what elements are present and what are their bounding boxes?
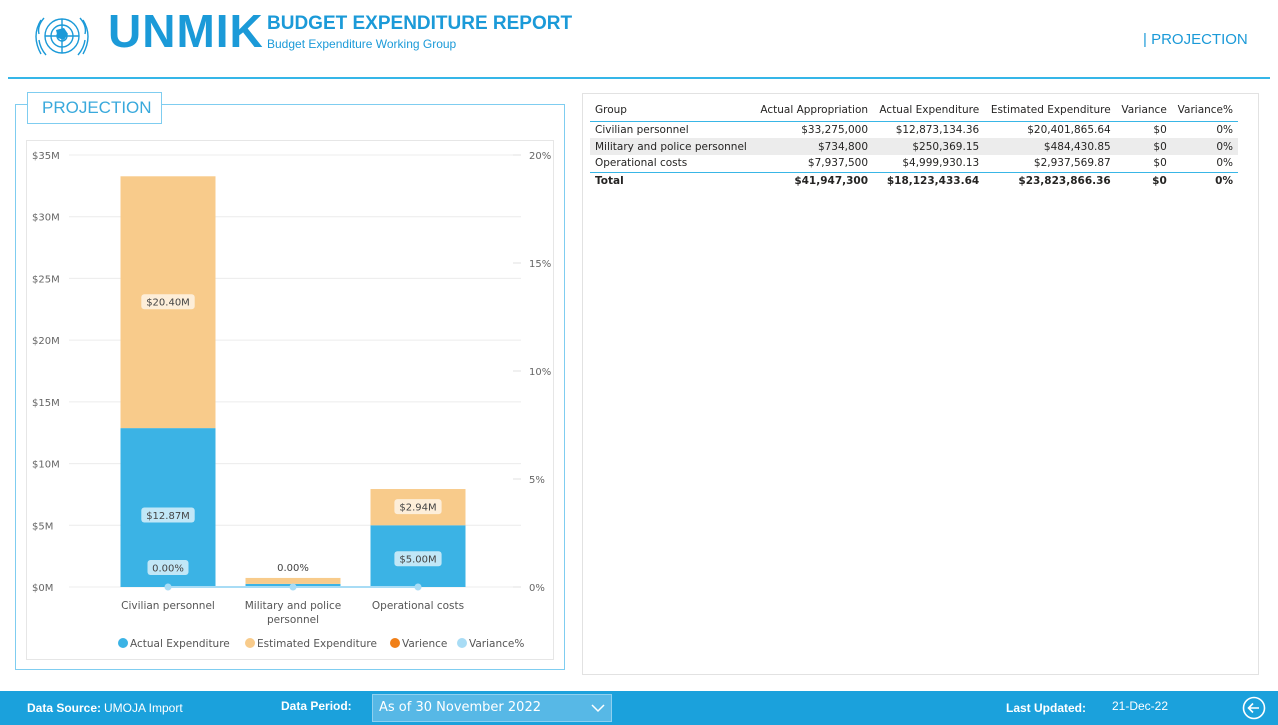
column-header[interactable]: Group	[590, 99, 754, 122]
data-source-label: Data Source:	[27, 701, 102, 715]
x-axis-category-label: Operational costs	[372, 600, 464, 612]
header-divider	[8, 77, 1270, 79]
data-label: $5.00M	[399, 555, 436, 566]
table-cell: $0	[1115, 138, 1172, 155]
table-cell: $484,430.85	[984, 138, 1116, 155]
table-total-row: Total $41,947,300 $18,123,433.64 $23,823,86…	[590, 171, 1238, 189]
table-total-cell: $23,823,866.36	[984, 171, 1116, 189]
data-label: 0.00%	[277, 563, 309, 574]
table-cell: $20,401,865.64	[1027, 123, 1111, 136]
table-total-cell: 0%	[1171, 171, 1238, 189]
table-total-cell: Total	[590, 171, 754, 189]
table-total-cell: $18,123,433.64	[873, 171, 985, 189]
table-row[interactable]: Civilian personnel $33,275,000 $12,873,134…	[590, 121, 1238, 138]
legend-label: Actual Expenditure	[130, 638, 230, 650]
table-header-row: Group Actual Appropriation Actual Expendit…	[590, 99, 1238, 122]
table-row[interactable]: Military and police personnel $734,800 $25…	[590, 138, 1238, 155]
variance-pct-point	[414, 583, 422, 591]
projection-chart-frame: $0M $5M $10M $15M $20M $25M $30M $35M 0% 5% 10% 15%…	[26, 140, 554, 660]
report-title: BUDGET EXPENDITURE REPORT	[267, 13, 573, 34]
legend-label: Estimated Expenditure	[257, 638, 377, 650]
legend-label: Varience	[402, 638, 447, 650]
data-label: $12.87M	[146, 511, 190, 522]
y2-axis-tick-label: 0%	[529, 583, 545, 594]
y2-axis-tick-label: 15%	[529, 259, 551, 270]
table-cell: $250,369.15	[873, 138, 985, 155]
column-header[interactable]: Variance	[1115, 99, 1172, 122]
expenditure-table: Group Actual Appropriation Actual Expendit…	[590, 99, 1238, 189]
last-updated-value: 21-Dec-22	[1112, 699, 1169, 713]
table-cell: $734,800	[753, 138, 874, 155]
variance-pct-point	[164, 583, 172, 591]
y2-axis-tick-label: 20%	[529, 151, 551, 162]
back-arrow-icon[interactable]	[1242, 696, 1266, 720]
y-axis-tick-label: $10M	[32, 460, 60, 471]
table-cell: $12,873,134.36	[895, 123, 980, 136]
y-axis-tick-label: $5M	[32, 521, 53, 532]
table-cell: $0	[1153, 123, 1167, 136]
footer-bar: Data Source: UMOJA Import Data Period: A…	[0, 691, 1278, 725]
table-row[interactable]: Operational costs $7,937,500 $4,999,930.13…	[590, 155, 1238, 172]
legend-label: Variance%	[469, 638, 524, 650]
y-axis-tick-label: $25M	[32, 274, 60, 285]
table-cell: $2,937,569.87	[1033, 157, 1111, 170]
y-axis-tick-label: $35M	[32, 151, 60, 162]
data-label: 0.00%	[152, 564, 184, 575]
legend-marker	[457, 638, 467, 648]
table-cell: 0%	[1171, 138, 1238, 155]
table-cell: $4,999,930.13	[902, 157, 980, 170]
table-cell: Operational costs	[595, 157, 688, 170]
x-axis-category-label: personnel	[267, 614, 319, 626]
table-cell: 0%	[1216, 123, 1233, 136]
y-axis-tick-label: $30M	[32, 213, 60, 224]
column-header[interactable]: Actual Expenditure	[873, 99, 985, 122]
data-label: $20.40M	[146, 298, 190, 309]
report-subtitle: Budget Expenditure Working Group	[267, 37, 457, 51]
page-tag[interactable]: | PROJECTION	[1143, 31, 1248, 48]
y2-axis-tick-label: 5%	[529, 475, 545, 486]
table-cell: Civilian personnel	[595, 123, 689, 136]
column-header[interactable]: Actual Appropriation	[753, 99, 874, 122]
table-cell: $7,937,500	[807, 157, 869, 170]
table-total-cell: $41,947,300	[753, 171, 874, 189]
report-header: UNMIK BUDGET EXPENDITURE REPORT Budget E…	[0, 0, 1278, 80]
y-axis-tick-label: $0M	[32, 583, 53, 594]
table-cell: Military and police personnel	[590, 138, 754, 155]
variance-pct-point	[289, 583, 297, 591]
y-axis-tick-label: $20M	[32, 336, 60, 347]
y-axis-tick-label: $15M	[32, 398, 60, 409]
table-cell: $33,275,000	[801, 123, 869, 136]
table-cell: 0%	[1216, 157, 1233, 170]
legend-marker	[245, 638, 255, 648]
chevron-down-icon	[591, 704, 605, 713]
y2-axis-tick-label: 10%	[529, 367, 551, 378]
table-cell: $0	[1153, 157, 1167, 170]
un-emblem-logo	[35, 17, 89, 56]
column-header[interactable]: Variance%	[1171, 99, 1238, 122]
data-period-value: As of 30 November 2022	[379, 700, 541, 715]
data-period-label: Data Period:	[281, 699, 352, 713]
data-period-select[interactable]: As of 30 November 2022	[372, 694, 612, 722]
data-source-value: UMOJA Import	[104, 701, 183, 715]
data-label: $2.94M	[399, 503, 436, 514]
legend-marker	[390, 638, 400, 648]
section-title: PROJECTION	[27, 92, 162, 124]
column-header[interactable]: Estimated Expenditure	[984, 99, 1116, 122]
x-axis-category-label: Civilian personnel	[121, 600, 215, 612]
projection-chart[interactable]: $0M $5M $10M $15M $20M $25M $30M $35M 0% 5% 10% 15%…	[27, 141, 555, 661]
last-updated-label: Last Updated:	[1006, 701, 1087, 715]
legend-marker	[118, 638, 128, 648]
x-axis-category-label: Military and police	[245, 600, 341, 612]
bar-estimated-expenditure	[245, 577, 341, 584]
table-total-cell: $0	[1115, 171, 1172, 189]
brand-name: UNMIK	[108, 5, 264, 57]
